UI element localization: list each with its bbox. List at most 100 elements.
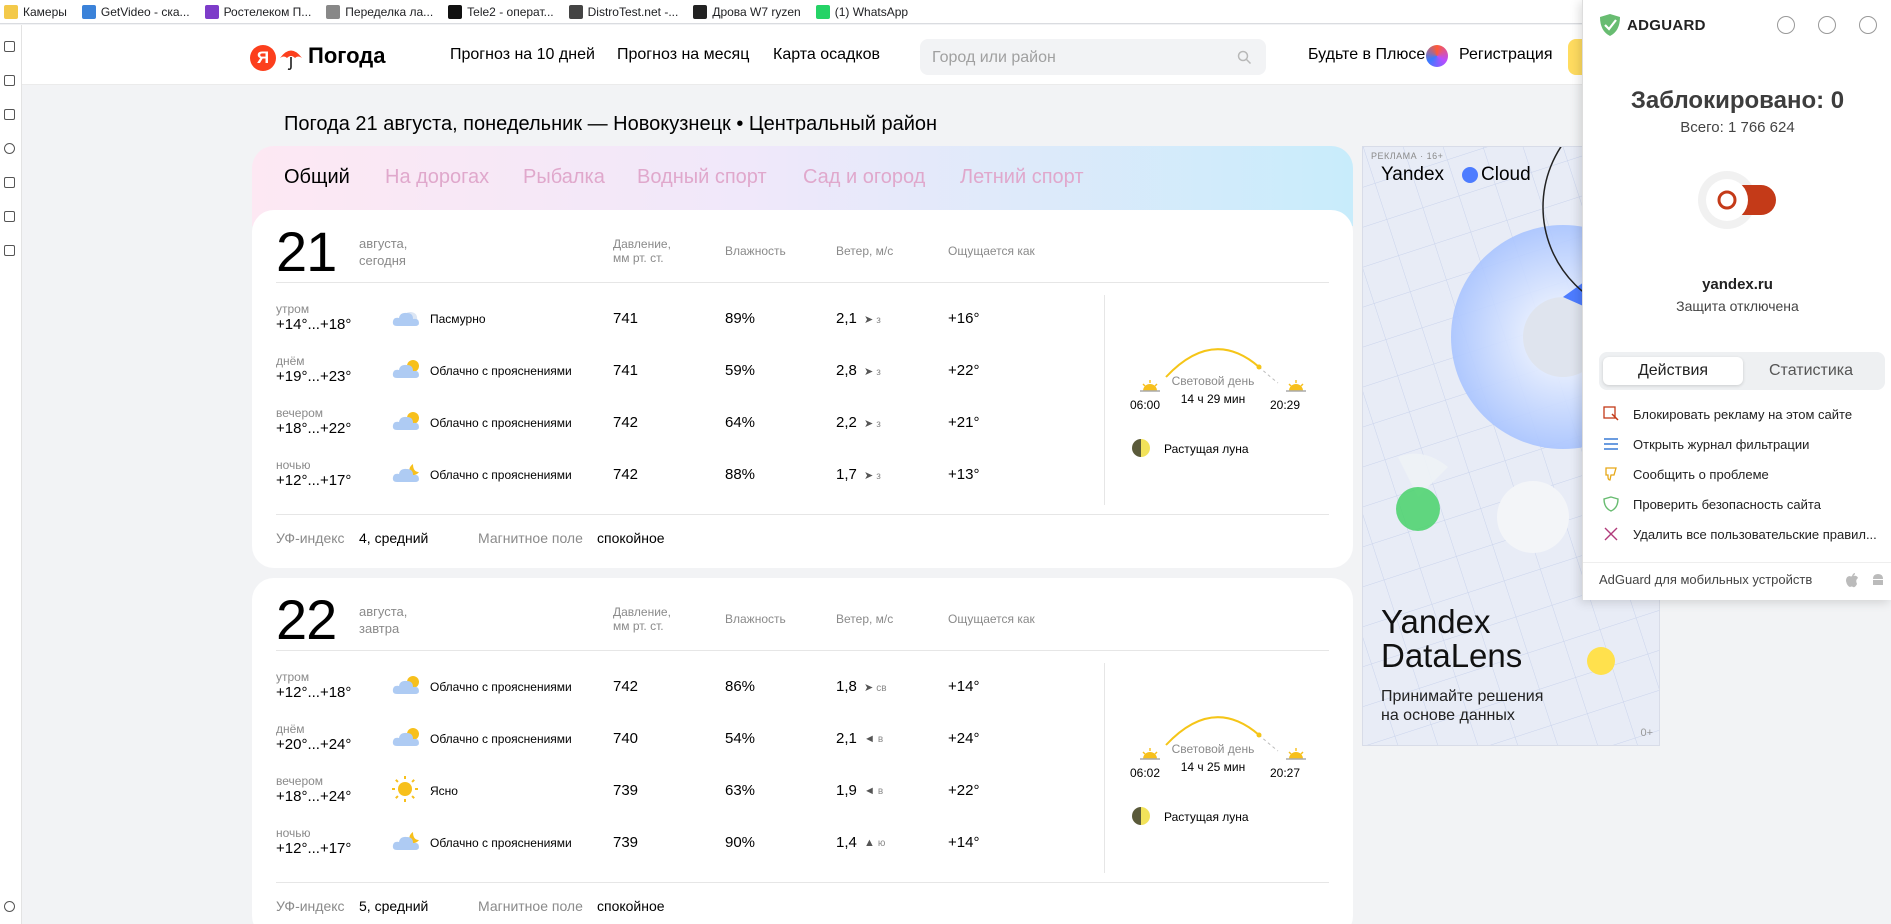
wind-arrow-icon: ➤ — [864, 682, 874, 694]
android-icon[interactable] — [1871, 572, 1885, 588]
action-delete-rules[interactable]: Удалить все пользовательские правил... — [1603, 526, 1877, 542]
period-label: днём — [276, 354, 305, 368]
pressure-value: 741 — [613, 362, 639, 379]
ad-headline-text: Yandex DataLens — [1381, 603, 1523, 674]
tab-fishing[interactable]: Рыбалка — [523, 166, 605, 189]
wind-value: 2,8 — [836, 362, 857, 379]
bookmark-item[interactable]: Ростелеком П... — [204, 4, 312, 19]
nav-precip-map[interactable]: Карта осадков — [773, 46, 880, 64]
tab-general[interactable]: Общий — [284, 166, 350, 189]
action-filter-log[interactable]: Открыть журнал фильтрации — [1603, 436, 1809, 452]
tab-garden[interactable]: Сад и огород — [803, 166, 925, 189]
wind-direction-label: ю — [877, 838, 886, 849]
day-number: 22 — [276, 588, 337, 651]
action-block-ads[interactable]: Блокировать рекламу на этом сайте — [1603, 406, 1852, 422]
search-icon[interactable] — [1237, 50, 1252, 65]
tab-roads[interactable]: На дорогах — [385, 166, 489, 189]
settings-icon[interactable] — [4, 901, 15, 912]
download-icon[interactable] — [4, 109, 15, 120]
wind-arrow-icon: ➤ — [864, 470, 874, 482]
action-report[interactable]: Сообщить о проблеме — [1603, 466, 1769, 482]
bookmark-label: (1) WhatsApp — [834, 4, 909, 19]
wind-direction: ➤ св — [864, 681, 887, 694]
tab-statistics[interactable]: Статистика — [1741, 357, 1881, 385]
notes-icon[interactable] — [4, 177, 15, 188]
pressure-value: 739 — [613, 782, 639, 799]
plus-icon[interactable] — [1426, 45, 1448, 67]
moon-icon — [1132, 807, 1150, 825]
magnetic-value: спокойное — [597, 898, 665, 914]
wind-value: 1,8 — [836, 678, 857, 695]
bookmark-item[interactable]: (1) WhatsApp — [815, 4, 909, 19]
bookmark-item[interactable]: Дрова W7 ryzen — [693, 4, 801, 19]
wind-direction-label: з — [876, 471, 881, 482]
add-panel-icon[interactable] — [4, 245, 15, 256]
divider — [276, 514, 1329, 515]
pressure-value: 740 — [613, 730, 639, 747]
tab-summer-sports[interactable]: Летний спорт — [960, 166, 1084, 189]
bookmark-item[interactable]: Переделка ла... — [326, 4, 433, 19]
refresh-icon[interactable] — [1777, 16, 1795, 34]
register-link[interactable]: Регистрация — [1459, 46, 1553, 64]
page-title: Погода 21 августа, понедельник — Новокуз… — [284, 113, 938, 135]
bookmark-item[interactable]: Камеры — [4, 4, 67, 19]
wind-arrow-icon: ◄ — [864, 733, 875, 745]
temp-range: +20°...+24° — [276, 736, 352, 753]
humidity-value: 54% — [725, 730, 756, 747]
nav-month[interactable]: Прогноз на месяц — [617, 46, 749, 64]
condition: Облачно с прояснениями — [430, 836, 572, 850]
protection-toggle[interactable] — [1696, 169, 1780, 231]
tab-water-sports[interactable]: Водный спорт — [637, 166, 767, 189]
col-wind: Ветер, м/с — [836, 244, 894, 258]
tabs-icon[interactable] — [4, 75, 15, 86]
nav-10-days[interactable]: Прогноз на 10 дней — [450, 46, 595, 64]
wind-direction-label: св — [876, 683, 887, 694]
temp-range: +14°...+18° — [276, 316, 352, 333]
site-domain: yandex.ru — [1702, 276, 1773, 293]
total-count: Всего: 1 766 624 — [1680, 119, 1795, 136]
adguard-tabs: Действия Статистика — [1599, 352, 1885, 390]
feels-value: +24° — [948, 730, 980, 747]
bookmark-favicon-icon — [568, 4, 583, 19]
condition: Облачно с прояснениями — [430, 680, 572, 694]
action-label: Открыть журнал фильтрации — [1633, 436, 1810, 452]
bookmark-item[interactable]: DistroTest.net -... — [568, 4, 678, 19]
period-label: вечером — [276, 774, 324, 788]
shield-icon — [1603, 496, 1619, 512]
site-logo-text[interactable]: Погода — [308, 43, 385, 69]
action-check-security[interactable]: Проверить безопасность сайта — [1603, 496, 1821, 512]
pause-icon[interactable] — [1818, 16, 1836, 34]
clear-icon — [392, 776, 418, 802]
bookmark-item[interactable]: GetVideo - ска... — [81, 4, 190, 19]
apple-icon[interactable] — [1845, 572, 1859, 588]
plus-link[interactable]: Будьте в Плюсе — [1308, 46, 1425, 64]
humidity-value: 88% — [725, 466, 756, 483]
bookmark-label: Дрова W7 ryzen — [712, 4, 801, 19]
pressure-value: 742 — [613, 678, 639, 695]
sunset-time: 20:27 — [1270, 766, 1301, 780]
browser-side-rail — [0, 25, 22, 924]
search-input[interactable]: Город или район — [920, 39, 1266, 75]
partly-cloudy-icon — [392, 360, 419, 378]
ad-brand-a: Yandex — [1381, 164, 1445, 185]
divider — [276, 282, 1329, 283]
bookmark-icon[interactable] — [4, 41, 15, 52]
humidity-value: 64% — [725, 414, 756, 431]
tab-actions[interactable]: Действия — [1603, 357, 1743, 385]
extensions-icon[interactable] — [4, 211, 15, 222]
yandex-logo-icon[interactable]: Я — [250, 45, 276, 71]
gear-icon[interactable] — [1859, 16, 1877, 34]
temp-range: +18°...+22° — [276, 420, 352, 437]
adguard-shield-icon — [1600, 14, 1620, 36]
bookmark-item[interactable]: Tele2 - операт... — [448, 4, 554, 19]
cursor-block-icon — [1603, 406, 1619, 422]
pressure-value: 742 — [613, 466, 639, 483]
bookmark-favicon-icon — [326, 4, 341, 19]
feels-value: +13° — [948, 466, 980, 483]
bookmark-label: Ростелеком П... — [223, 4, 312, 19]
mobile-link[interactable]: AdGuard для мобильных устройств — [1599, 572, 1812, 587]
history-icon[interactable] — [4, 143, 15, 154]
ad-age: 0+ — [1640, 727, 1653, 739]
adguard-popup: ADGUARD Заблокировано: 0 Всего: 1 766 62… — [1582, 0, 1891, 600]
partly-cloudy-icon — [392, 412, 419, 430]
